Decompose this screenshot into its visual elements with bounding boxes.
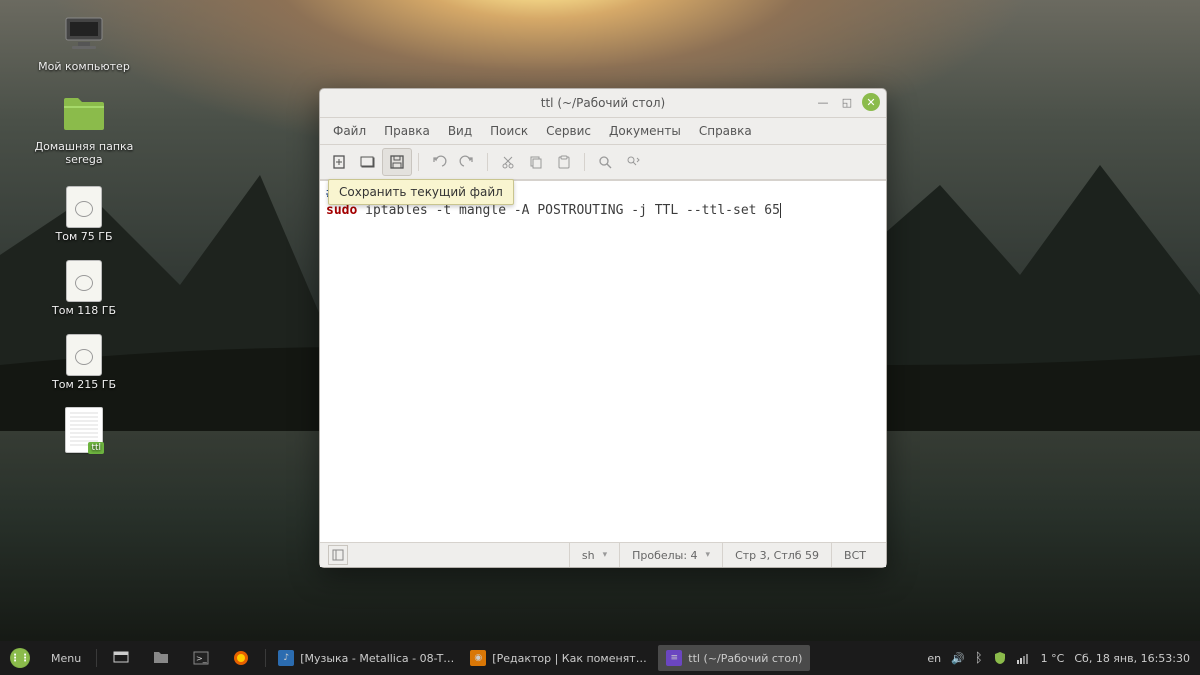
tooltip-save: Сохранить текущий файл (328, 179, 514, 205)
svg-text:>_: >_ (196, 654, 208, 663)
bluetooth-icon[interactable]: ᛒ (975, 651, 983, 666)
volume-icon[interactable]: 🔊 (951, 652, 965, 665)
panel-separator (96, 649, 97, 667)
music-player-icon: ♪ (278, 650, 294, 666)
open-file-button[interactable] (354, 149, 382, 175)
taskbar-item-label: [Музыка - Metallica - 08-T… (300, 652, 454, 665)
panel-separator (265, 649, 266, 667)
desktop-icon-label: Том 75 ГБ (34, 230, 134, 243)
code-sudo: sudo (326, 203, 357, 218)
statusbar: sh Пробелы: 4 Стр 3, Стлб 59 ВСТ (320, 542, 886, 567)
network-icon[interactable] (1017, 652, 1031, 664)
paste-button[interactable] (550, 149, 578, 175)
system-tray: en 🔊 ᛒ 1 °C Сб, 18 янв, 16:53:30 (917, 651, 1200, 666)
menubar: Файл Правка Вид Поиск Сервис Документы С… (320, 118, 886, 145)
status-insert-mode[interactable]: ВСТ (831, 543, 878, 567)
find-replace-button[interactable] (619, 149, 647, 175)
drive-icon (66, 334, 102, 376)
taskbar-item-label: ttl (~/Рабочий стол) (688, 652, 802, 665)
window-minimize-button[interactable]: — (814, 93, 832, 111)
desktop-icon-label: Домашняя папка serega (34, 140, 134, 166)
folder-home-icon (60, 90, 108, 138)
undo-button[interactable] (425, 149, 453, 175)
taskbar-item-editor[interactable]: ≡ ttl (~/Рабочий стол) (658, 645, 810, 671)
terminal-launcher[interactable]: >_ (182, 645, 220, 671)
desktop-icon-drive-118[interactable]: Том 118 ГБ (34, 256, 134, 317)
toolbar-separator (584, 153, 585, 171)
window-close-button[interactable]: ✕ (862, 93, 880, 111)
status-cursor-position: Стр 3, Стлб 59 (722, 543, 831, 567)
drive-icon (66, 260, 102, 302)
taskbar-item-browser[interactable]: ◉ [Редактор | Как поменять… (462, 645, 658, 671)
clock[interactable]: Сб, 18 янв, 16:53:30 (1074, 652, 1190, 665)
start-menu-button[interactable]: Menu (41, 645, 91, 671)
find-button[interactable] (591, 149, 619, 175)
titlebar[interactable]: ttl (~/Рабочий стол) — ◱ ✕ (320, 89, 886, 118)
editor-window: ttl (~/Рабочий стол) — ◱ ✕ Файл Правка В… (319, 88, 887, 568)
toolbar-separator (487, 153, 488, 171)
menu-edit[interactable]: Правка (377, 121, 437, 141)
menu-tools[interactable]: Сервис (539, 121, 598, 141)
text-editor-icon: ≡ (666, 650, 682, 666)
desktop-icon-drive-75[interactable]: Том 75 ГБ (34, 182, 134, 243)
files-launcher[interactable] (142, 645, 180, 671)
weather-indicator[interactable]: 1 °C (1041, 652, 1065, 665)
text-cursor (780, 203, 781, 218)
menu-search[interactable]: Поиск (483, 121, 535, 141)
menu-help[interactable]: Справка (692, 121, 759, 141)
mint-logo-icon[interactable]: ⋮⋮ (1, 645, 39, 671)
taskbar-item-music[interactable]: ♪ [Музыка - Metallica - 08-T… (270, 645, 462, 671)
editor-text-area[interactable]: #!/bin/bash sudo iptables -t mangle -A P… (320, 180, 886, 542)
text-file-icon: ttl (60, 406, 108, 454)
drive-icon (66, 186, 102, 228)
window-maximize-button[interactable]: ◱ (838, 93, 856, 111)
shield-icon[interactable] (993, 651, 1007, 665)
copy-button[interactable] (522, 149, 550, 175)
desktop-icon-home[interactable]: Домашняя папка serega (34, 90, 134, 166)
window-title: ttl (~/Рабочий стол) (541, 96, 665, 110)
menu-documents[interactable]: Документы (602, 121, 688, 141)
taskbar-item-label: [Редактор | Как поменять… (492, 652, 650, 665)
code-rest: iptables -t mangle -A POSTROUTING -j TTL… (357, 203, 780, 218)
cut-button[interactable] (494, 149, 522, 175)
browser-icon: ◉ (470, 650, 486, 666)
desktop-icon-label: Том 215 ГБ (34, 378, 134, 391)
desktop-icon-file-ttl[interactable]: ttl (34, 406, 134, 456)
computer-icon (60, 10, 108, 58)
side-panel-toggle[interactable] (328, 545, 348, 565)
firefox-launcher[interactable] (222, 645, 260, 671)
save-file-button[interactable] (382, 148, 412, 176)
toolbar (320, 145, 886, 180)
desktop-icon-label: Мой компьютер (34, 60, 134, 73)
new-file-button[interactable] (326, 149, 354, 175)
menu-view[interactable]: Вид (441, 121, 479, 141)
desktop-icon-drive-215[interactable]: Том 215 ГБ (34, 330, 134, 391)
menu-file[interactable]: Файл (326, 121, 373, 141)
taskbar: ⋮⋮ Menu >_ ♪ [Музыка - Metallica - 08-T…… (0, 641, 1200, 675)
status-tab-width[interactable]: Пробелы: 4 (619, 543, 722, 567)
desktop-icon-label: Том 118 ГБ (34, 304, 134, 317)
keyboard-layout-indicator[interactable]: en (927, 652, 941, 665)
desktop-icon-computer[interactable]: Мой компьютер (34, 10, 134, 73)
status-language[interactable]: sh (569, 543, 619, 567)
toolbar-separator (418, 153, 419, 171)
redo-button[interactable] (453, 149, 481, 175)
show-desktop-button[interactable] (102, 645, 140, 671)
